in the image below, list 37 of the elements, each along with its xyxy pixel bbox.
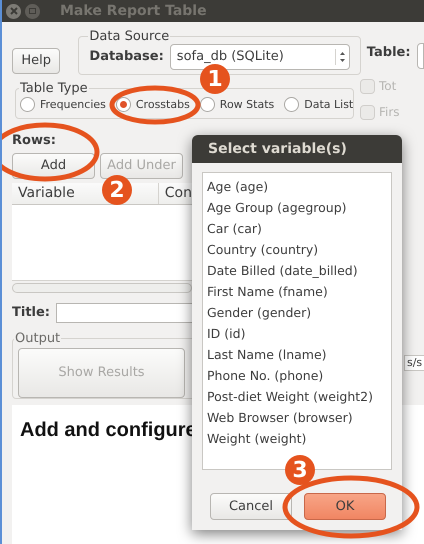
side-field[interactable]: s/s (404, 355, 424, 371)
variable-option[interactable]: First Name (fname) (207, 281, 391, 302)
variable-option[interactable]: Age Group (agegroup) (207, 197, 391, 218)
variable-option[interactable]: Phone No. (phone) (207, 365, 391, 386)
variable-option[interactable]: Last Name (lname) (207, 344, 391, 365)
table-type-radio[interactable]: Row Stats (200, 96, 274, 113)
group-label: Table Type (19, 80, 89, 98)
variable-option[interactable]: ID (id) (207, 323, 391, 344)
column-header[interactable]: Con (158, 182, 192, 204)
window-title: Make Report Table (60, 2, 207, 20)
help-button[interactable]: Help (12, 48, 60, 74)
variable-option[interactable]: Web Browser (browser) (207, 407, 391, 428)
variable-option[interactable]: Age (age) (207, 176, 391, 197)
database-label: Database: (89, 48, 164, 66)
title-label: Title: (12, 304, 50, 322)
rows-label: Rows: (12, 132, 57, 150)
table-label: Table: (366, 44, 411, 62)
group-label: Output (14, 330, 62, 348)
variable-option[interactable]: Country (country) (207, 239, 391, 260)
variable-option[interactable]: Date Billed (date_billed) (207, 260, 391, 281)
maximize-icon[interactable] (25, 4, 40, 18)
close-icon[interactable] (6, 4, 21, 18)
table-type-radio[interactable]: Frequencies (20, 96, 106, 113)
cancel-button[interactable]: Cancel (210, 493, 292, 520)
table-type-radio[interactable]: Data List (284, 96, 354, 113)
database-select[interactable]: sofa_db (SQLite) (170, 44, 350, 70)
preview-heading: Add and configure (20, 418, 197, 440)
table-select[interactable] (416, 43, 424, 69)
variable-option[interactable]: Gender (gender) (207, 302, 391, 323)
dialog-title: Select variable(s) (192, 135, 402, 163)
horizontal-scrollbar[interactable] (12, 282, 192, 292)
step-badge: 1 (200, 64, 230, 94)
variable-option[interactable]: Weight (weight) (207, 428, 391, 449)
variable-option[interactable]: Post-diet Weight (weight2) (207, 386, 391, 407)
variable-option[interactable]: Car (car) (207, 218, 391, 239)
ok-button[interactable]: OK (304, 493, 386, 520)
group-label: Data Source (88, 28, 170, 46)
